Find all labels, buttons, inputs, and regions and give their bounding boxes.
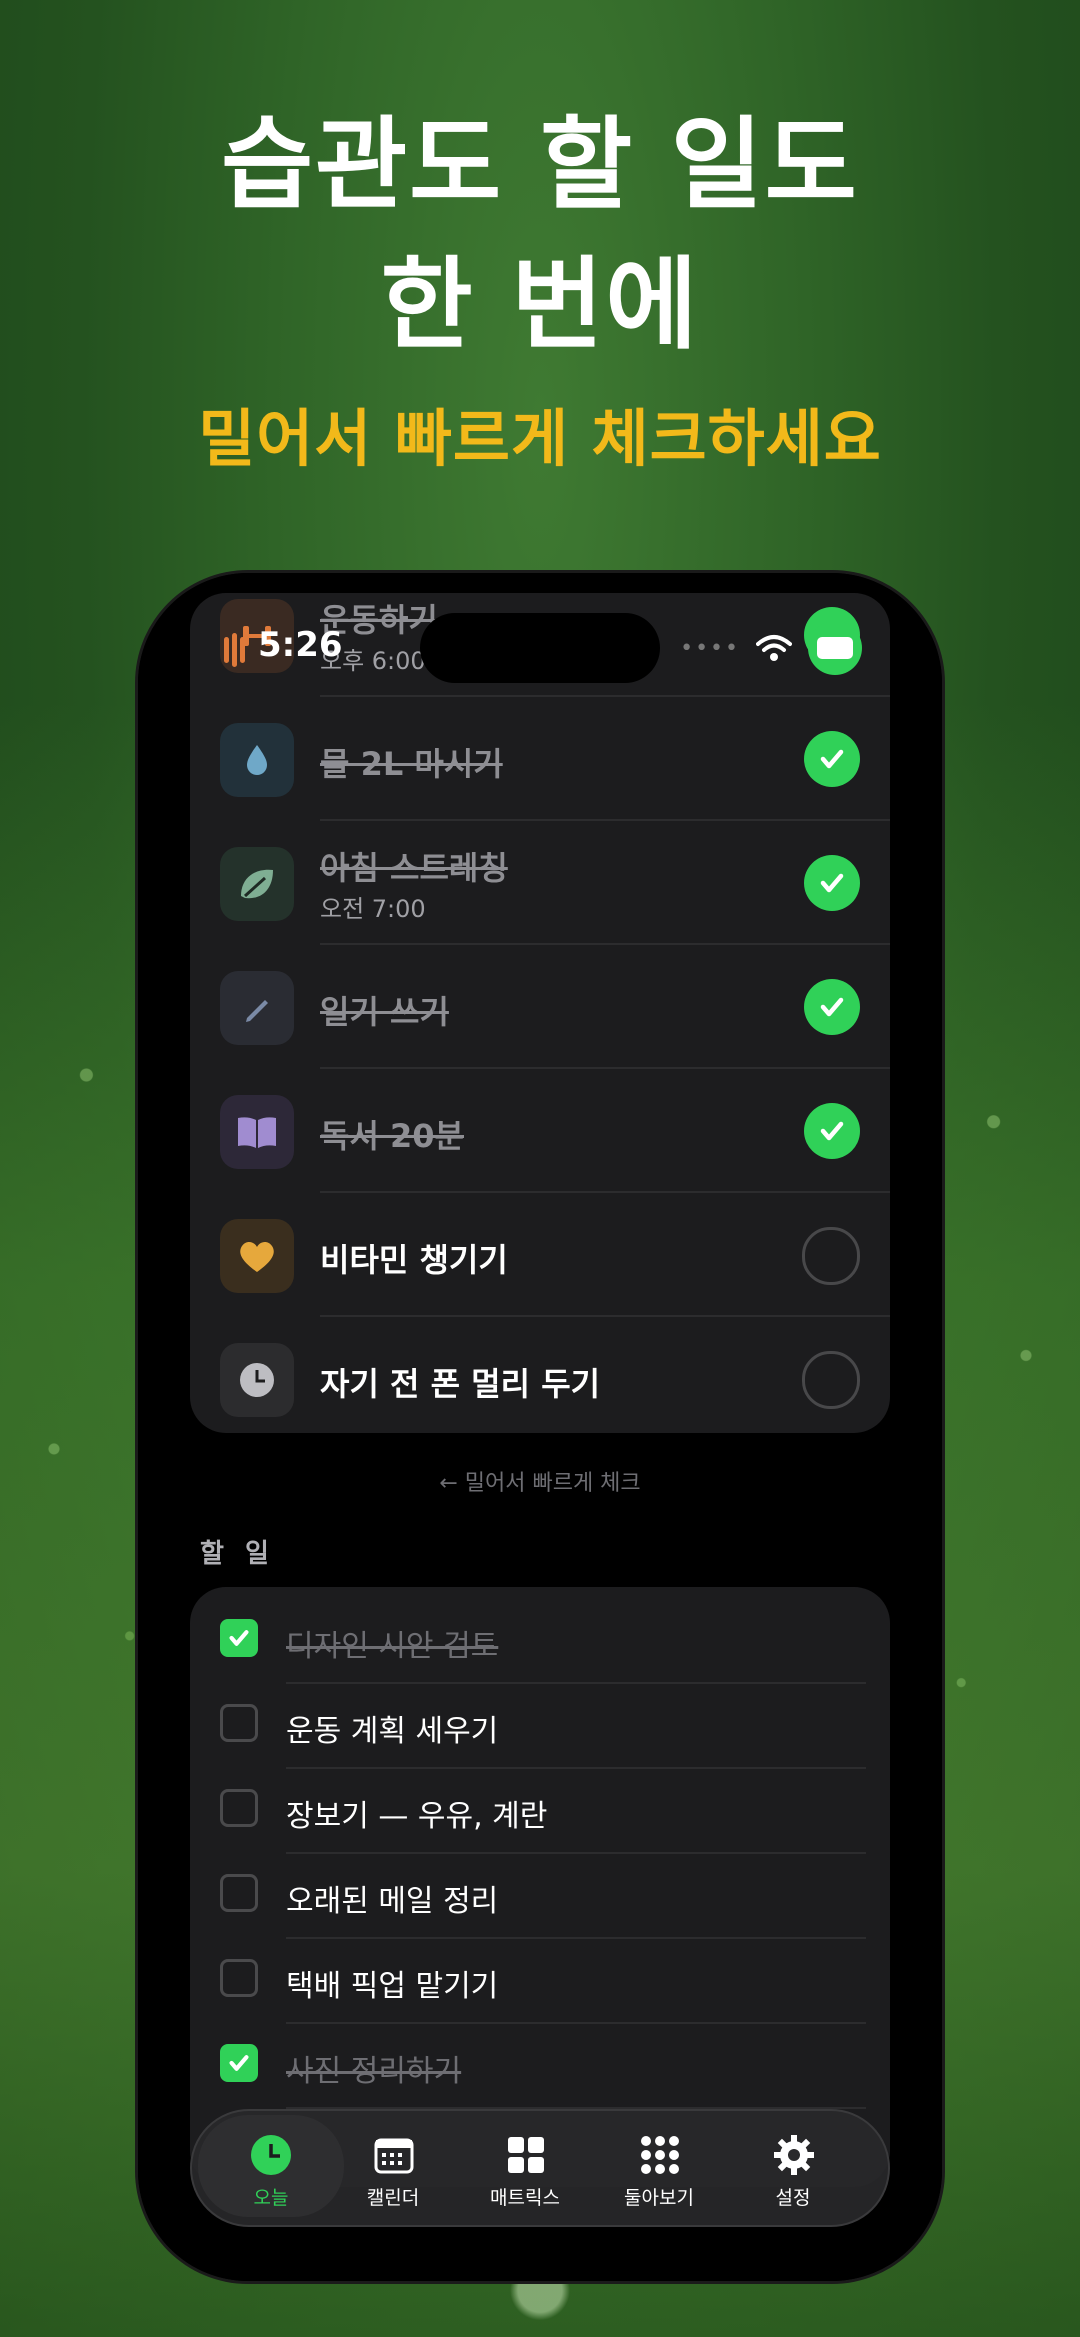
dots-grid-icon <box>638 2133 682 2177</box>
checkbox[interactable] <box>220 1874 258 1912</box>
calendar-icon <box>372 2133 416 2177</box>
todo-list: 디자인 시안 검토운동 계획 세우기장보기 — 우유, 계란오래된 메일 정리택… <box>190 1587 890 2187</box>
wifi-icon <box>756 635 792 661</box>
habit-row[interactable]: 물 2L 마시기 <box>190 697 890 821</box>
headline-subtitle: 밀어서 빠르게 체크하세요 <box>198 402 882 475</box>
live-activity-icon <box>224 633 254 669</box>
check-circle-icon[interactable] <box>804 855 860 911</box>
status-time: 5:26 <box>258 625 343 665</box>
habit-row[interactable]: 자기 전 폰 멀리 두기 <box>190 1317 890 1433</box>
habit-row[interactable]: 독서 20분 <box>190 1069 890 1193</box>
tab-label: 매트릭스 <box>490 2187 560 2209</box>
checkbox[interactable] <box>220 1704 258 1742</box>
habit-title: 물 2L 마시기 <box>320 745 503 783</box>
heart-icon <box>220 1219 294 1293</box>
todo-row[interactable]: 사진 정리하기 <box>190 2024 890 2109</box>
check-circle-icon[interactable] <box>804 979 860 1035</box>
swipe-hint: ← 밀어서 빠르게 체크 <box>439 1471 641 1496</box>
check-circle-icon[interactable] <box>804 1103 860 1159</box>
habit-title: 아침 스트레칭 <box>320 849 508 887</box>
book-icon <box>220 1095 294 1169</box>
habit-title: 비타민 챙기기 <box>320 1241 508 1279</box>
clock-icon <box>220 1343 294 1417</box>
app-screen: 운동하기 오후 6:00 물 2L 마시기 아침 스트레칭 오전 7:00 일기 쓰기 독서… <box>138 573 942 2281</box>
todo-row[interactable]: 디자인 시안 검토 <box>190 1599 890 1684</box>
grid-icon <box>504 2133 548 2177</box>
phone-frame: 운동하기 오후 6:00 물 2L 마시기 아침 스트레칭 오전 7:00 일기 쓰기 독서… <box>138 573 942 2281</box>
leaf-icon <box>220 847 294 921</box>
todo-row[interactable]: 장보기 — 우유, 계란 <box>190 1769 890 1854</box>
tab-label: 오늘 <box>253 2187 289 2209</box>
habit-row[interactable]: 아침 스트레칭오전 7:00 <box>190 821 890 945</box>
gear-icon <box>772 2133 816 2177</box>
todo-section-title: 할 일 <box>200 1539 275 1569</box>
checkbox[interactable] <box>220 2044 258 2082</box>
todo-text: 오래된 메일 정리 <box>286 1884 499 1919</box>
pencil-icon <box>220 971 294 1045</box>
tab-label: 캘린더 <box>366 2187 420 2209</box>
tab-dots-grid[interactable]: 둘아보기 <box>594 2111 724 2225</box>
clock-icon <box>249 2133 293 2177</box>
tab-grid[interactable]: 매트릭스 <box>460 2111 590 2225</box>
checkbox[interactable] <box>220 1789 258 1827</box>
habit-title: 일기 쓰기 <box>320 993 449 1031</box>
water-drop-icon <box>220 723 294 797</box>
habit-title: 자기 전 폰 멀리 두기 <box>320 1365 601 1403</box>
dynamic-island <box>420 613 660 683</box>
todo-text: 장보기 — 우유, 계란 <box>286 1799 548 1834</box>
tab-label: 설정 <box>775 2187 811 2209</box>
tab-clock[interactable]: 오늘 <box>198 2115 344 2217</box>
todo-row[interactable]: 오래된 메일 정리 <box>190 1854 890 1939</box>
tab-gear[interactable]: 설정 <box>728 2111 858 2225</box>
tab-bar: 오늘 캘린더 매트릭스 둘아보기 설정 <box>190 2109 890 2227</box>
checkbox[interactable] <box>220 1619 258 1657</box>
todo-row[interactable]: 운동 계획 세우기 <box>190 1684 890 1769</box>
status-icons: •••• <box>680 621 862 675</box>
todo-text: 사진 정리하기 <box>286 2054 462 2089</box>
habit-title: 독서 20분 <box>320 1117 464 1155</box>
todo-text: 택배 픽업 맡기기 <box>286 1969 499 2004</box>
tab-calendar[interactable]: 캘린더 <box>328 2111 458 2225</box>
check-circle-icon[interactable] <box>804 731 860 787</box>
tab-label: 둘아보기 <box>624 2187 694 2209</box>
todo-row[interactable]: 택배 픽업 맡기기 <box>190 1939 890 2024</box>
empty-circle-toggle[interactable] <box>802 1227 860 1285</box>
battery-icon <box>808 621 862 675</box>
headline-line-1: 습관도 할 일도 <box>221 106 859 223</box>
habit-row[interactable]: 일기 쓰기 <box>190 945 890 1069</box>
checkbox[interactable] <box>220 1959 258 1997</box>
todo-text: 운동 계획 세우기 <box>286 1714 499 1749</box>
habit-time: 오전 7:00 <box>320 895 426 923</box>
empty-circle-toggle[interactable] <box>802 1351 860 1409</box>
signal-icon: •••• <box>680 635 740 661</box>
habit-list: 운동하기 오후 6:00 물 2L 마시기 아침 스트레칭 오전 7:00 일기 쓰기 독서… <box>190 593 890 1433</box>
headline-line-2: 한 번에 <box>380 246 700 363</box>
todo-text: 디자인 시안 검토 <box>286 1629 499 1664</box>
habit-row[interactable]: 비타민 챙기기 <box>190 1193 890 1317</box>
